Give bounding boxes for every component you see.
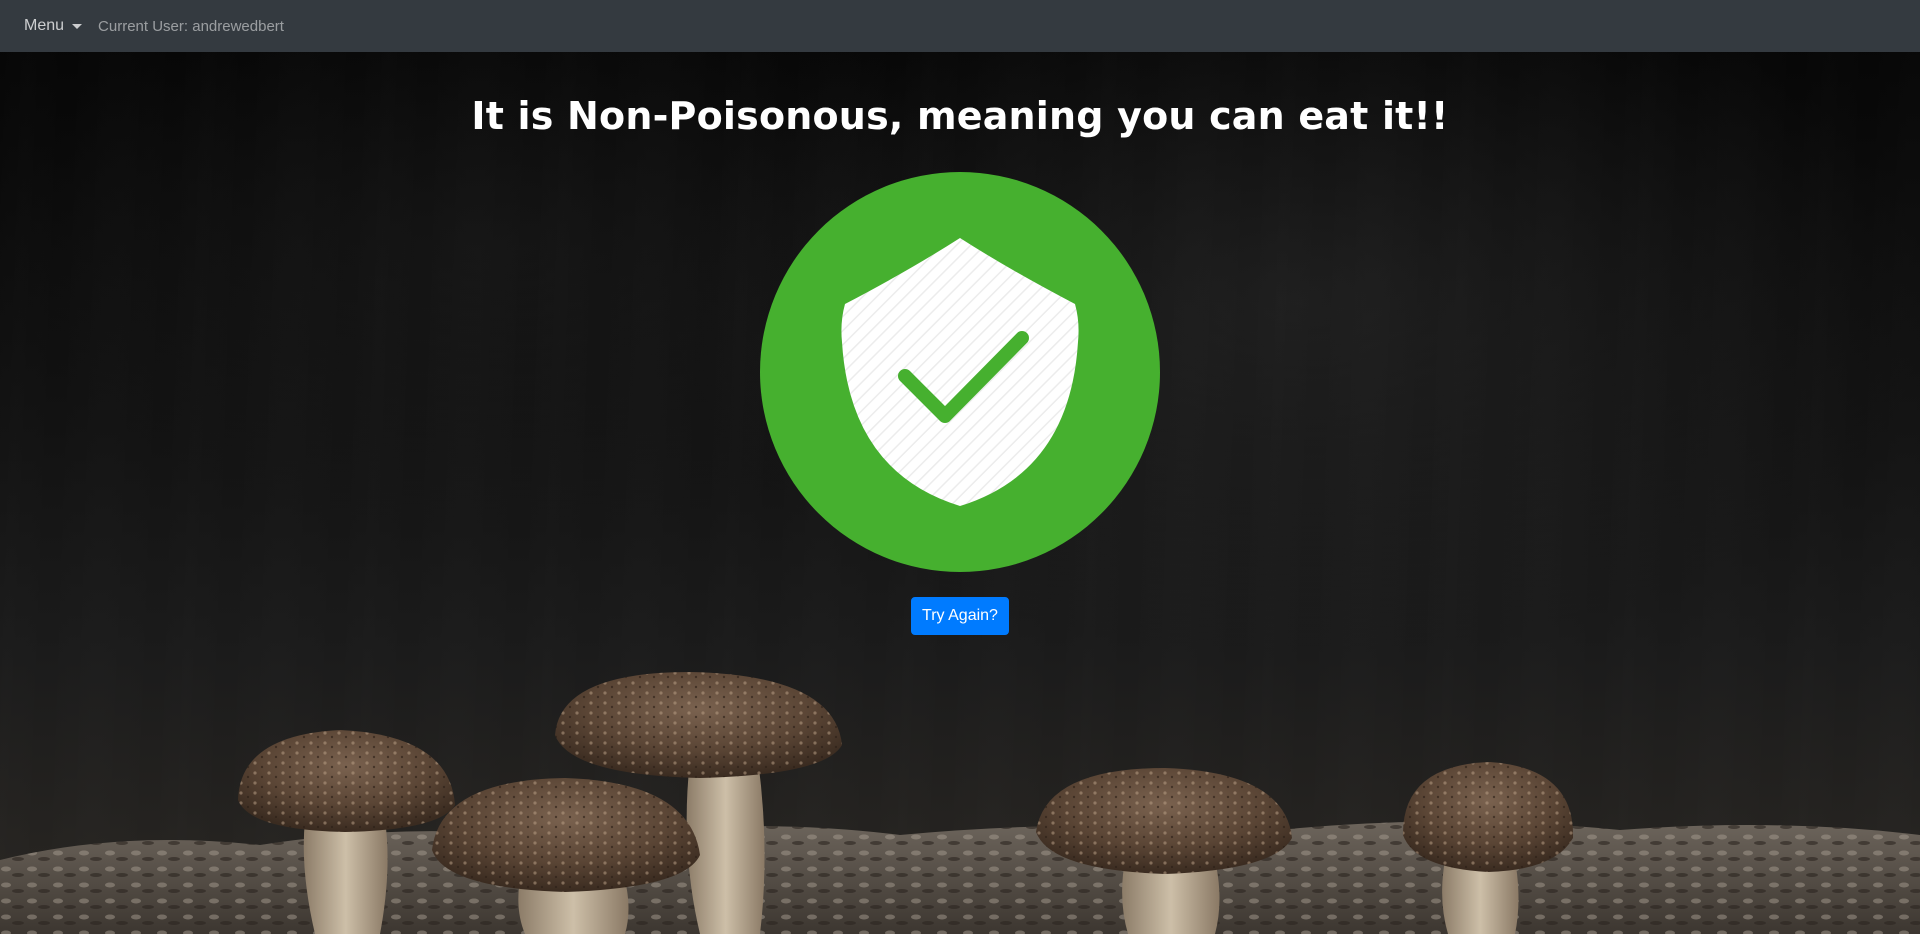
page: Menu Current User: andrewedbert It is No…	[0, 0, 1920, 934]
menu-dropdown-toggle[interactable]: Menu	[24, 17, 83, 35]
try-again-button[interactable]: Try Again?	[911, 597, 1009, 635]
menu-label: Menu	[24, 17, 65, 34]
chevron-down-icon	[72, 23, 83, 29]
result-title: It is Non-Poisonous, meaning you can eat…	[471, 94, 1449, 138]
shield-check-icon	[760, 172, 1160, 572]
top-navbar: Menu Current User: andrewedbert	[0, 0, 1920, 52]
current-user-label: Current User: andrewedbert	[98, 17, 284, 35]
